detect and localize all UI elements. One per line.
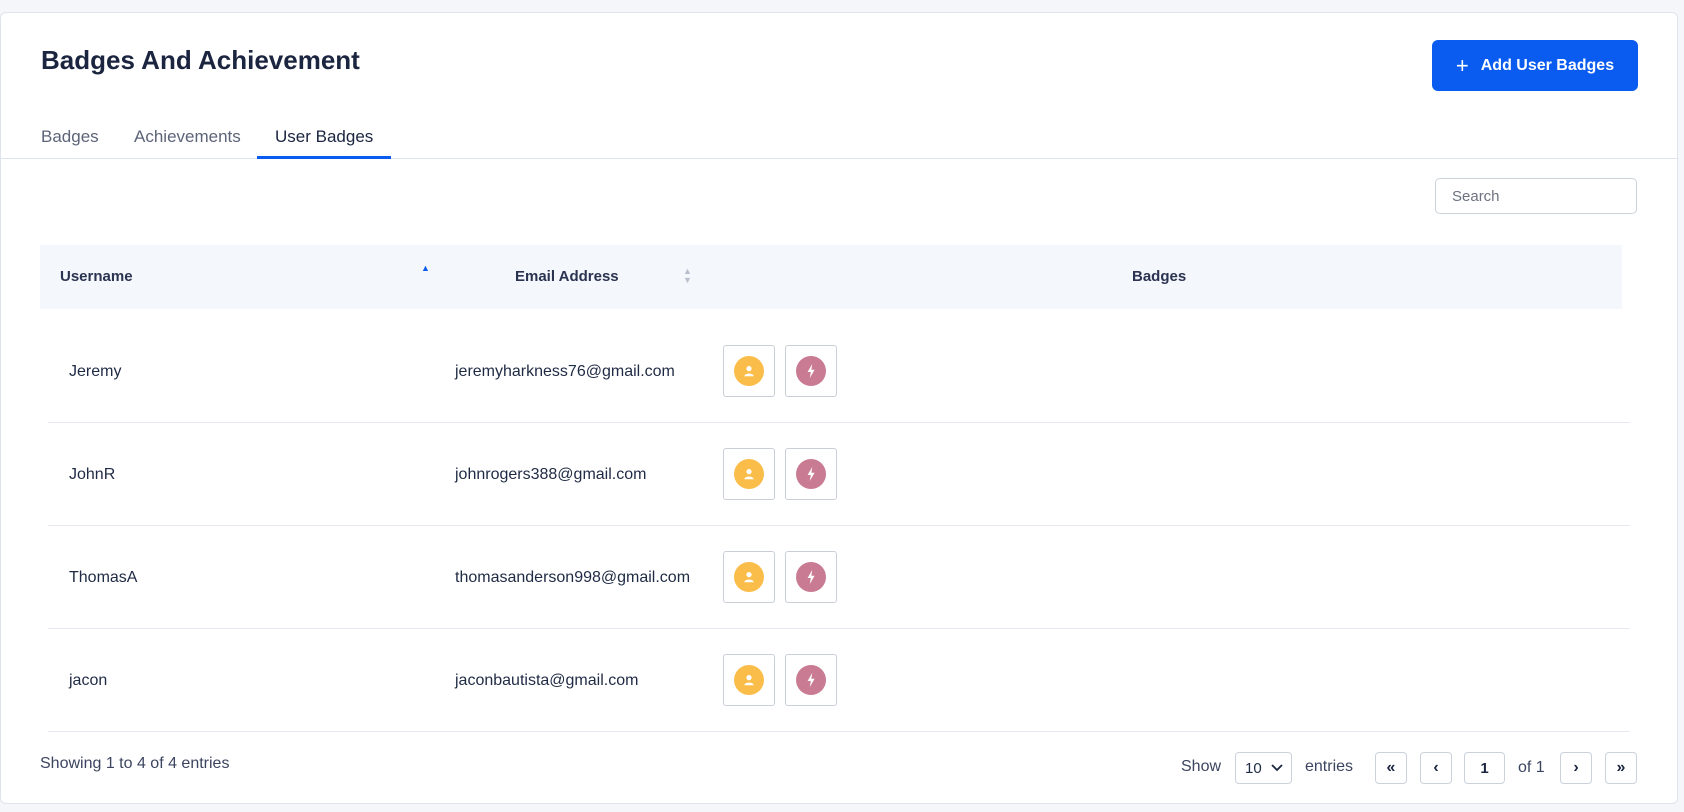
lightning-icon	[796, 665, 826, 695]
badge-button[interactable]	[723, 551, 775, 603]
entries-info: Showing 1 to 4 of 4 entries	[40, 755, 230, 772]
column-header-username[interactable]: Username	[60, 245, 133, 309]
tab-bar: Badges Achievements User Badges	[1, 117, 1677, 159]
tab-achievements[interactable]: Achievements	[116, 127, 259, 159]
lightning-icon	[796, 562, 826, 592]
current-page-input[interactable]	[1464, 752, 1505, 784]
email-cell: johnrogers388@gmail.com	[455, 466, 647, 483]
sort-unsorted-icon[interactable]: ▲ ▼	[683, 267, 692, 285]
badge-button[interactable]	[785, 551, 837, 603]
username-cell: Jeremy	[69, 363, 122, 380]
badge-button[interactable]	[785, 448, 837, 500]
badge-button[interactable]	[723, 345, 775, 397]
badge-button[interactable]	[723, 448, 775, 500]
table-header: Username ▲ Email Address ▲ ▼ Badges	[40, 245, 1622, 309]
username-cell: JohnR	[69, 466, 116, 483]
column-header-email[interactable]: Email Address	[515, 245, 619, 309]
add-user-badges-label: Add User Badges	[1480, 56, 1615, 74]
plus-icon: +	[1455, 52, 1469, 78]
first-page-button[interactable]: «	[1375, 752, 1407, 784]
email-cell: jeremyharkness76@gmail.com	[455, 363, 675, 380]
email-cell: jaconbautista@gmail.com	[455, 672, 639, 689]
page-title: Badges And Achievement	[41, 45, 360, 75]
username-cell: ThomasA	[69, 569, 138, 586]
badge-button[interactable]	[785, 345, 837, 397]
table-row: Jeremy jeremyharkness76@gmail.com	[48, 320, 1630, 423]
badge-button[interactable]	[785, 654, 837, 706]
tab-badges[interactable]: Badges	[23, 127, 117, 159]
badge-button[interactable]	[723, 654, 775, 706]
lightning-icon	[796, 356, 826, 386]
email-cell: thomasanderson998@gmail.com	[455, 569, 691, 586]
chevron-down-icon	[1271, 764, 1283, 772]
add-user-badges-button[interactable]: + Add User Badges	[1432, 40, 1638, 91]
user-icon	[734, 459, 764, 489]
show-label: Show	[1181, 758, 1222, 775]
column-header-badges: Badges	[1132, 268, 1187, 285]
entries-label: entries	[1305, 758, 1354, 775]
user-icon	[734, 562, 764, 592]
total-pages-label: of 1	[1518, 759, 1545, 776]
page-size-value: 10	[1245, 759, 1262, 777]
tab-user-badges[interactable]: User Badges	[257, 127, 392, 159]
sort-ascending-icon[interactable]: ▲	[421, 264, 430, 273]
username-cell: jacon	[69, 672, 108, 689]
last-page-button[interactable]: »	[1605, 752, 1637, 784]
lightning-icon	[796, 459, 826, 489]
next-page-button[interactable]: ›	[1560, 752, 1592, 784]
page-size-select[interactable]: 10	[1235, 752, 1292, 784]
previous-page-button[interactable]: ‹	[1420, 752, 1452, 784]
table-row: ThomasA thomasanderson998@gmail.com	[48, 526, 1630, 629]
table-row: JohnR johnrogers388@gmail.com	[48, 423, 1630, 526]
search-input[interactable]	[1435, 178, 1637, 214]
user-icon	[734, 665, 764, 695]
user-icon	[734, 356, 764, 386]
table-row: jacon jaconbautista@gmail.com	[48, 629, 1630, 732]
